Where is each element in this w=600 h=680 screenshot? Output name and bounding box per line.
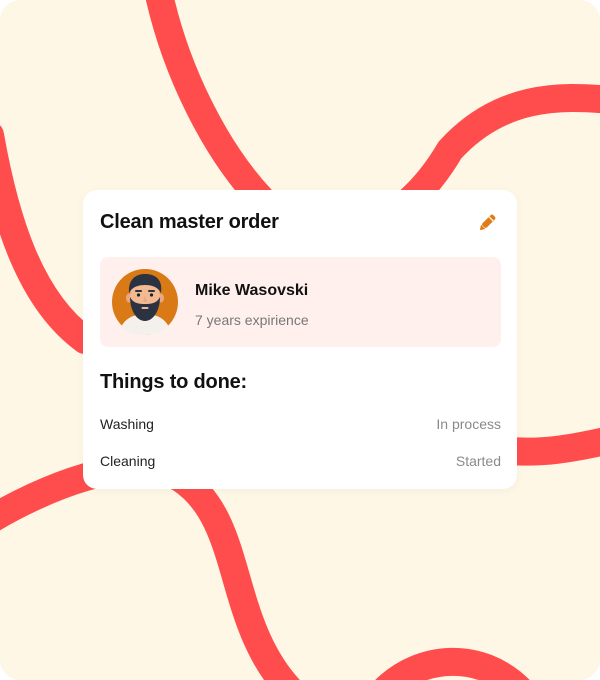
task-status: In process [436,416,501,432]
bearded-man-avatar-icon [112,269,178,335]
ribbon-bottom-right [375,647,530,680]
master-experience: 7 years expirience [195,312,309,328]
ribbon-bottom [0,454,300,680]
task-name: Washing [100,416,154,432]
pencil-icon[interactable] [476,212,498,234]
master-name: Mike Wasovski [195,282,309,299]
background-canvas: Clean master order Mike Wasovski 7 years… [0,0,600,680]
task-status: Started [455,453,501,469]
tasks-heading: Things to done: [100,371,247,393]
master-profile[interactable]: Mike Wasovski 7 years expirience [100,257,501,347]
task-name: Cleaning [100,453,156,469]
ribbon-left [0,125,99,354]
task-row[interactable]: Washing In process [100,416,501,436]
card-title: Clean master order [100,211,279,233]
task-row[interactable]: Cleaning Started [100,453,501,473]
order-card: Clean master order Mike Wasovski 7 years… [83,190,517,489]
